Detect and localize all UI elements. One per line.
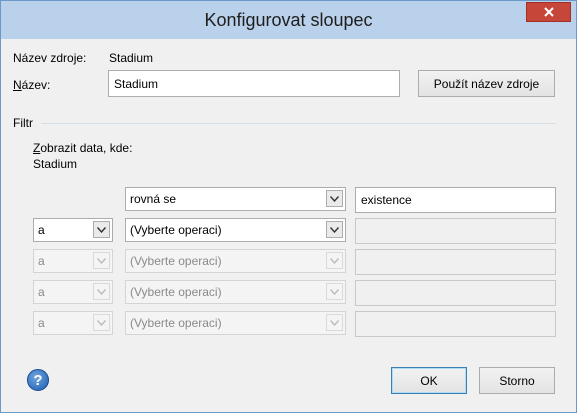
chevron-down-icon [326,252,343,269]
chevron-down-icon [326,283,343,300]
chevron-down-icon [93,283,110,300]
filter-column-name: Stadium [33,157,78,171]
value-input-row-4[interactable] [355,280,556,306]
title-bar[interactable]: Konfigurovat sloupec [1,1,576,39]
operator-select-value: (Vyberte operaci) [130,223,222,237]
use-source-name-button[interactable]: Použít název zdroje [418,70,555,97]
dialog-title: Konfigurovat sloupec [204,10,373,30]
show-data-label-rest: obrazit data, kde: [40,141,133,155]
filter-section-label: Filtr [13,116,33,130]
connector-select-value: a [38,223,45,237]
operator-select-row-1[interactable]: rovná se [125,187,346,211]
chevron-down-icon[interactable] [326,190,343,207]
ok-button[interactable]: OK [391,367,467,394]
name-label: Název: [13,78,51,92]
chevron-down-icon [93,314,110,331]
operator-select-value: (Vyberte operaci) [130,254,222,268]
cancel-button[interactable]: Storno [479,367,555,394]
name-label-rest: ázev: [21,78,51,92]
connector-select-row-2[interactable]: a [33,218,113,242]
chevron-down-icon[interactable] [326,221,343,238]
show-data-label: Zobrazit data, kde: [33,141,133,155]
name-input[interactable]: Stadium [108,70,400,97]
help-icon[interactable]: ? [27,369,49,391]
connector-select-row-5[interactable]: a [33,311,113,335]
operator-select-row-2[interactable]: (Vyberte operaci) [125,218,346,242]
operator-select-row-5[interactable]: (Vyberte operaci) [125,311,346,335]
operator-select-value: rovná se [130,192,177,206]
source-name-label: Název zdroje: [13,51,87,65]
value-input-row-3[interactable] [355,249,556,275]
connector-select-row-4[interactable]: a [33,280,113,304]
close-icon [543,7,554,17]
source-name-value: Stadium [109,51,154,65]
operator-select-value: (Vyberte operaci) [130,285,222,299]
value-input-row-5[interactable] [355,311,556,337]
close-button[interactable] [526,2,571,22]
filter-separator [41,123,556,124]
chevron-down-icon [93,252,110,269]
operator-select-row-3[interactable]: (Vyberte operaci) [125,249,346,273]
dialog-body: Název zdroje: Stadium Název: Stadium Pou… [9,39,568,404]
connector-select-value: a [38,254,45,268]
dialog-window: Konfigurovat sloupec Název zdroje: Stadi… [0,0,577,413]
connector-select-value: a [38,285,45,299]
connector-select-value: a [38,316,45,330]
connector-select-row-3[interactable]: a [33,249,113,273]
chevron-down-icon[interactable] [93,221,110,238]
chevron-down-icon [326,314,343,331]
value-input-row-1[interactable]: existence [355,187,556,213]
value-input-row-2[interactable] [355,218,556,244]
operator-select-row-4[interactable]: (Vyberte operaci) [125,280,346,304]
operator-select-value: (Vyberte operaci) [130,316,222,330]
